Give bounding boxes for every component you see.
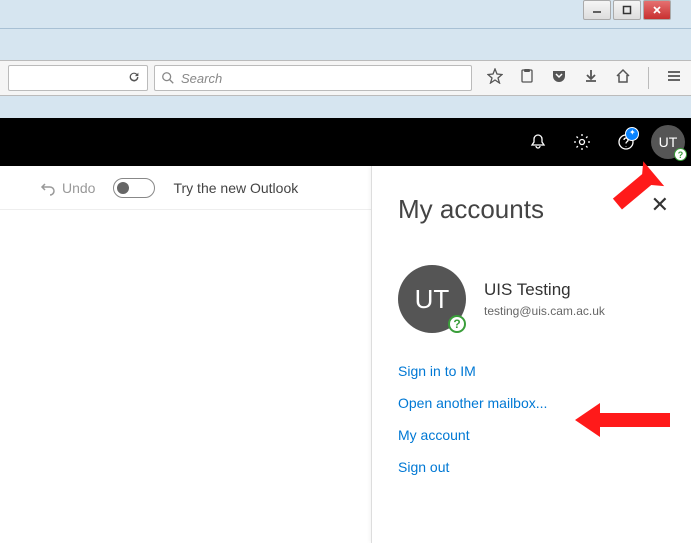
- try-outlook-toggle[interactable]: [113, 178, 155, 198]
- avatar-button[interactable]: UT ?: [651, 125, 685, 159]
- sign-in-im-link[interactable]: Sign in to IM: [398, 363, 665, 379]
- help-icon[interactable]: [607, 123, 645, 161]
- menu-icon[interactable]: [665, 67, 683, 85]
- account-presence: ?: [448, 315, 466, 333]
- pocket-icon[interactable]: [550, 67, 568, 85]
- maximize-button[interactable]: [613, 0, 641, 20]
- account-email: testing@uis.cam.ac.uk: [484, 304, 605, 318]
- my-accounts-panel: My accounts ✕ UT ? UIS Testing testing@u…: [371, 166, 691, 543]
- home-icon[interactable]: [614, 67, 632, 85]
- account-row: UT ? UIS Testing testing@uis.cam.ac.uk: [398, 265, 665, 333]
- notifications-icon[interactable]: [519, 123, 557, 161]
- panel-close-button[interactable]: ✕: [651, 192, 669, 218]
- search-icon: [161, 71, 175, 85]
- panel-links: Sign in to IM Open another mailbox... My…: [398, 363, 665, 475]
- undo-label: Undo: [62, 180, 95, 196]
- bookmark-icon[interactable]: [486, 67, 504, 85]
- account-name: UIS Testing: [484, 280, 605, 300]
- account-avatar[interactable]: UT ?: [398, 265, 466, 333]
- try-outlook-label: Try the new Outlook: [173, 180, 298, 196]
- account-info: UIS Testing testing@uis.cam.ac.uk: [484, 280, 605, 318]
- avatar-initials: UT: [659, 134, 678, 150]
- search-placeholder: Search: [181, 71, 222, 86]
- account-avatar-initials: UT: [415, 284, 450, 315]
- my-account-link[interactable]: My account: [398, 427, 665, 443]
- undo-button[interactable]: Undo: [40, 180, 95, 196]
- clipboard-icon[interactable]: [518, 67, 536, 85]
- browser-toolbar: Search: [0, 60, 691, 96]
- toolbar-icons: [478, 67, 683, 89]
- url-bar[interactable]: [8, 65, 148, 91]
- close-button[interactable]: [643, 0, 671, 20]
- window-controls: [583, 0, 671, 20]
- download-icon[interactable]: [582, 67, 600, 85]
- app-header: UT ?: [0, 118, 691, 166]
- search-bar[interactable]: Search: [154, 65, 472, 91]
- toggle-knob: [117, 182, 129, 194]
- panel-title: My accounts: [398, 194, 665, 225]
- sign-out-link[interactable]: Sign out: [398, 459, 665, 475]
- settings-icon[interactable]: [563, 123, 601, 161]
- refresh-icon[interactable]: [127, 70, 141, 87]
- presence-indicator: ?: [674, 148, 687, 161]
- minimize-button[interactable]: [583, 0, 611, 20]
- open-mailbox-link[interactable]: Open another mailbox...: [398, 395, 665, 411]
- undo-icon: [40, 180, 56, 196]
- toolbar-divider: [648, 67, 649, 89]
- browser-frame-divider: [0, 28, 691, 29]
- help-notification-badge: [625, 127, 639, 141]
